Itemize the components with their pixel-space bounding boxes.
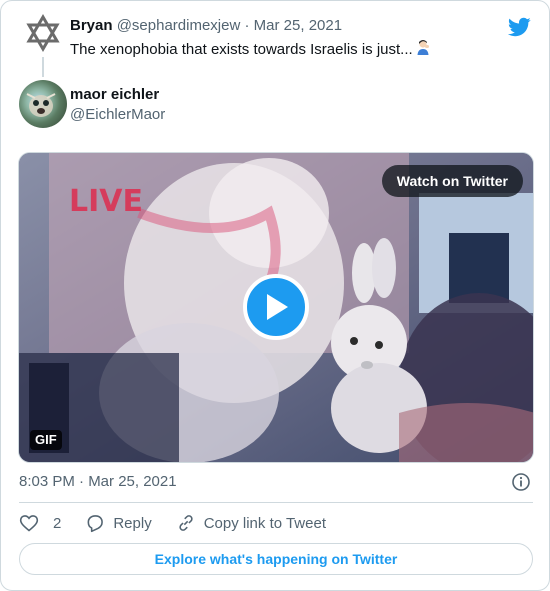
tweet-actions: 2 Reply Copy link to Tweet bbox=[19, 511, 350, 535]
link-icon bbox=[179, 515, 193, 531]
copy-link-label: Copy link to Tweet bbox=[203, 514, 326, 532]
embedded-tweet-card: Bryan @sephardimexjew · Mar 25, 2021 The… bbox=[0, 0, 550, 591]
explore-twitter-button[interactable]: Explore what's happening on Twitter bbox=[19, 543, 533, 575]
copy-link-button[interactable]: Copy link to Tweet bbox=[176, 513, 326, 533]
like-button[interactable]: 2 bbox=[19, 513, 61, 533]
parent-separator: · bbox=[244, 17, 250, 34]
facepalm-emoji-icon bbox=[416, 39, 432, 61]
gif-badge: GIF bbox=[30, 430, 62, 450]
gif-media[interactable]: LIVE Watch on Twitter GIF bbox=[18, 152, 534, 463]
thread-connector-line bbox=[42, 57, 44, 77]
parent-author-avatar[interactable] bbox=[23, 13, 63, 53]
parent-tweet-text[interactable]: The xenophobia that exists towards Israe… bbox=[70, 39, 432, 61]
divider bbox=[19, 502, 533, 503]
reply-label: Reply bbox=[113, 514, 152, 532]
reply-icon bbox=[87, 515, 104, 533]
parent-author-name[interactable]: Bryan bbox=[70, 17, 113, 34]
author-name[interactable]: maor eichler bbox=[70, 85, 159, 105]
info-icon[interactable] bbox=[511, 472, 531, 492]
tweet-timestamp[interactable]: 8:03 PM · Mar 25, 2021 bbox=[19, 472, 177, 492]
twitter-bird-icon[interactable] bbox=[507, 15, 531, 39]
play-icon bbox=[267, 294, 288, 320]
parent-author-handle[interactable]: @sephardimexjew bbox=[117, 17, 241, 34]
heart-icon bbox=[19, 515, 39, 532]
play-button[interactable] bbox=[243, 274, 309, 340]
author-handle[interactable]: @EichlerMaor bbox=[70, 105, 165, 125]
author-avatar[interactable] bbox=[19, 80, 67, 128]
like-count: 2 bbox=[53, 514, 62, 532]
reply-button[interactable]: Reply bbox=[85, 513, 152, 533]
parent-tweet-body: The xenophobia that exists towards Israe… bbox=[70, 40, 413, 58]
watch-on-twitter-button[interactable]: Watch on Twitter bbox=[381, 165, 523, 197]
live-overlay-text: LIVE bbox=[69, 184, 143, 219]
parent-tweet-date[interactable]: Mar 25, 2021 bbox=[254, 17, 342, 34]
parent-tweet-header: Bryan @sephardimexjew · Mar 25, 2021 bbox=[70, 16, 342, 36]
